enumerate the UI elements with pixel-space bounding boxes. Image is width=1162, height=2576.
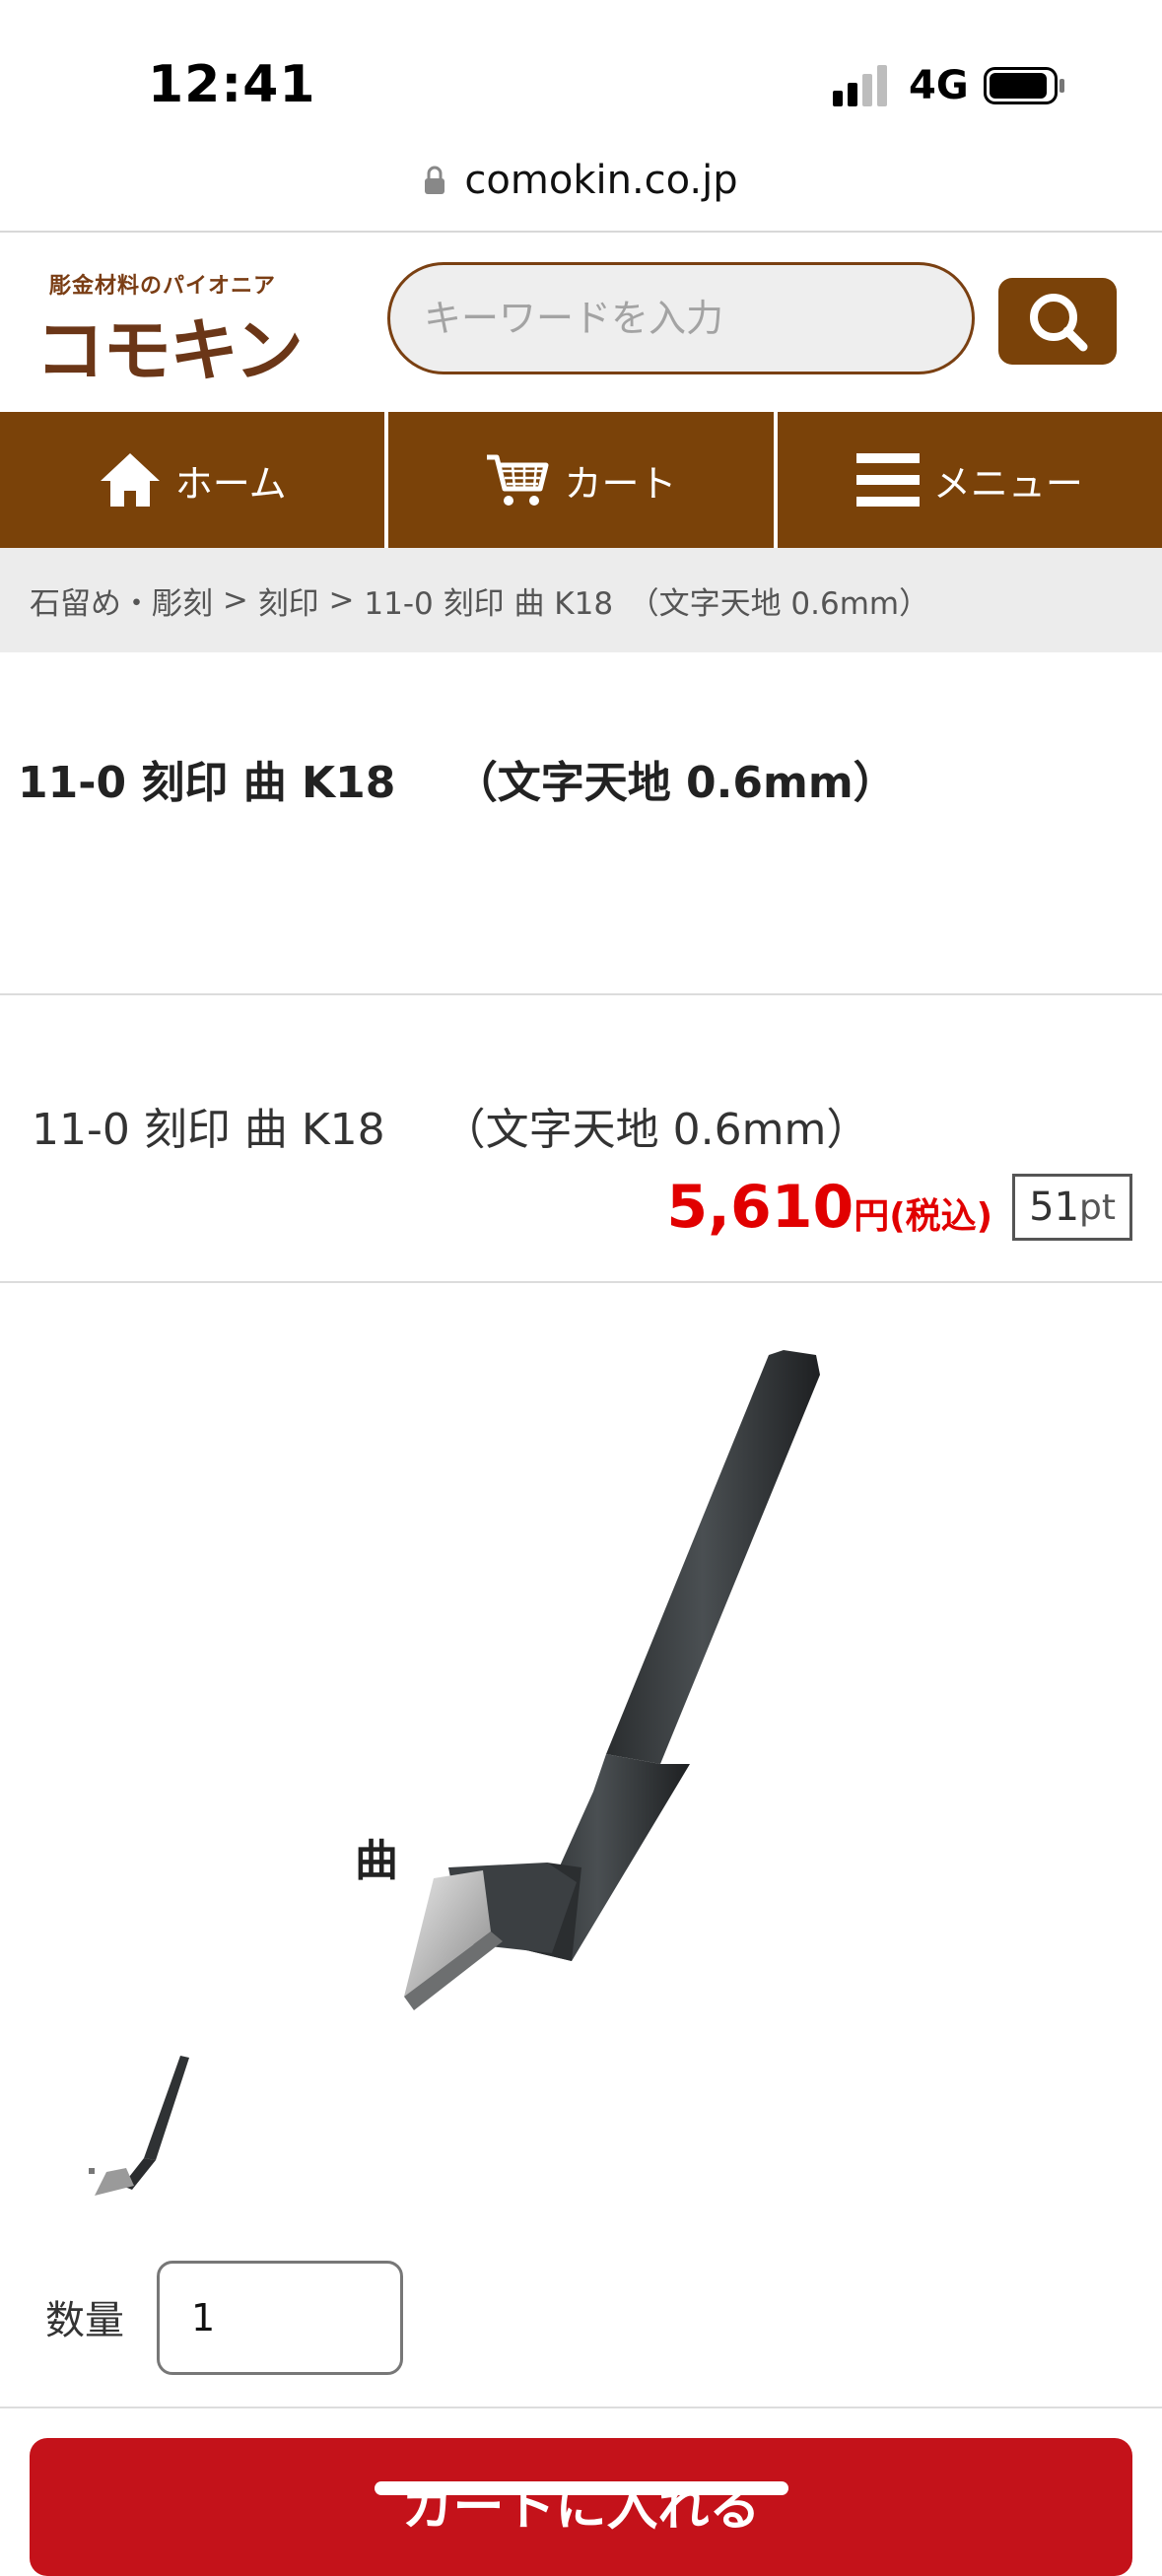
breadcrumb-item[interactable]: 刻印 <box>258 578 319 623</box>
url-bar[interactable]: comokin.co.jp <box>0 158 1162 231</box>
site-header: 彫金材料のパイオニア コモキン <box>0 233 1162 412</box>
divider <box>0 993 1162 995</box>
lock-icon <box>425 166 445 194</box>
price-value: 5,610 <box>666 1173 854 1242</box>
breadcrumb-separator: > <box>318 582 365 618</box>
home-icon <box>100 453 160 507</box>
breadcrumb-separator: > <box>213 582 258 618</box>
breadcrumb-item[interactable]: 石留め・彫刻 <box>30 578 213 623</box>
add-to-cart-button[interactable]: カートに入れる <box>30 2438 1132 2576</box>
status-bar: 12:41 4G <box>0 0 1162 148</box>
search-input[interactable] <box>387 262 975 374</box>
divider <box>0 1281 1162 1283</box>
divider <box>0 2407 1162 2408</box>
home-indicator <box>375 2481 788 2495</box>
breadcrumb: 石留め・彫刻 > 刻印 > 11-0 刻印 曲 K18 （文字天地 0.6mm） <box>0 548 1162 652</box>
site-logo[interactable]: 彫金材料のパイオニア コモキン <box>35 268 331 391</box>
nav-home[interactable]: ホーム <box>0 412 389 548</box>
price-row: 5,610 円(税込) 51 pt <box>666 1173 1132 1242</box>
image-label: 曲 <box>355 1836 398 1886</box>
url-text: comokin.co.jp <box>464 158 738 203</box>
cart-icon <box>487 454 549 506</box>
battery-icon <box>984 67 1064 104</box>
logo-text: コモキン <box>35 310 304 391</box>
quantity-input[interactable] <box>157 2261 403 2375</box>
product-thumbnail[interactable] <box>87 2050 195 2198</box>
price-unit: 円(税込) <box>854 1196 993 1237</box>
page-title: 11-0 刻印 曲 K18 （文字天地 0.6mm） <box>18 758 897 808</box>
nav-menu-label: メニュー <box>932 461 1083 506</box>
menu-icon <box>855 453 920 507</box>
product-image[interactable] <box>335 1330 848 2010</box>
quantity-label: 数量 <box>45 2298 124 2343</box>
main-nav: ホーム カート メニュー <box>0 412 1162 548</box>
nav-cart-label: カート <box>564 461 677 506</box>
search-button[interactable] <box>998 278 1117 365</box>
search-icon <box>1030 294 1088 352</box>
status-time: 12:41 <box>148 55 316 114</box>
points-badge: 51 pt <box>1012 1174 1132 1241</box>
points-value: 51 <box>1029 1185 1080 1230</box>
product-name: 11-0 刻印 曲 K18 （文字天地 0.6mm） <box>32 1105 870 1155</box>
breadcrumb-current: 11-0 刻印 曲 K18 （文字天地 0.6mm） <box>364 585 930 622</box>
nav-menu[interactable]: メニュー <box>778 412 1162 548</box>
nav-home-label: ホーム <box>174 461 287 506</box>
signal-icon <box>833 65 887 106</box>
nav-cart[interactable]: カート <box>388 412 778 548</box>
network-type: 4G <box>909 63 969 108</box>
points-unit: pt <box>1079 1186 1116 1228</box>
